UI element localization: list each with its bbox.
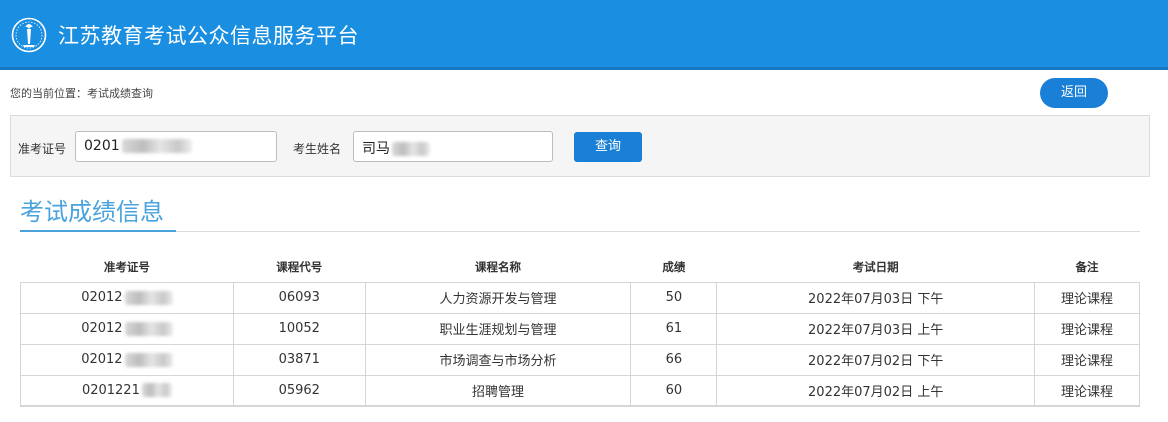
candidate-name-input[interactable]: 司马: [353, 131, 553, 162]
site-title: 江苏教育考试公众信息服务平台: [58, 24, 359, 48]
exam-date-cell: 2022年07月02日 下午: [716, 343, 1036, 376]
query-button[interactable]: 查询: [574, 132, 642, 162]
ticket-cell: 02012: [20, 312, 234, 345]
redaction-blur: [121, 139, 192, 153]
torch-emblem-icon: [11, 17, 47, 53]
search-panel: 准考证号 0201 考生姓名 司马 查询: [10, 115, 1150, 177]
score-table: 准考证号 课程代号 课程名称 成绩 考试日期 备注 02012 06093 人力…: [20, 252, 1140, 407]
course-code-cell: 10052: [232, 312, 366, 345]
exam-date-cell: 2022年07月03日 上午: [716, 312, 1036, 345]
exam-date-cell: 2022年07月02日 上午: [716, 374, 1036, 407]
table-row: 02012 06093 人力资源开发与管理 50 2022年07月03日 下午 …: [20, 281, 1140, 314]
table-row: 0201221 05962 招聘管理 60 2022年07月02日 上午 理论课…: [20, 374, 1140, 407]
back-button[interactable]: 返回: [1040, 78, 1108, 108]
column-header: 成绩: [662, 259, 686, 274]
cell-text: 02012: [81, 290, 123, 305]
remark-cell: 理论课程: [1034, 281, 1140, 314]
table-row: 02012 03871 市场调查与市场分析 66 2022年07月02日 下午 …: [20, 343, 1140, 376]
cell-text: 0201221: [81, 382, 140, 398]
ticket-number-value: 0201: [84, 138, 120, 154]
column-header: 备注: [1075, 259, 1099, 274]
breadcrumb: 您的当前位置：考试成绩查询: [10, 85, 153, 101]
column-header: 课程代号: [276, 259, 323, 274]
remark-cell: 理论课程: [1034, 343, 1140, 376]
score-cell: 66: [630, 343, 718, 376]
cell-text: 02012: [81, 321, 123, 336]
section-divider: [176, 231, 1140, 232]
remark-cell: 理论课程: [1034, 374, 1140, 407]
score-cell: 61: [630, 312, 718, 345]
course-name-cell: 人力资源开发与管理: [364, 281, 632, 314]
ticket-number-label: 准考证号: [18, 142, 67, 156]
section-title-underline: [20, 230, 176, 232]
redaction-blur: [141, 383, 172, 398]
column-header: 准考证号: [103, 259, 150, 274]
score-cell: 60: [630, 374, 718, 407]
ticket-cell: 02012: [20, 281, 234, 314]
exam-date-cell: 2022年07月03日 下午: [716, 281, 1036, 314]
table-row: 02012 10052 职业生涯规划与管理 61 2022年07月03日 上午 …: [20, 312, 1140, 345]
score-cell: 50: [630, 281, 718, 314]
column-header: 考试日期: [852, 259, 899, 274]
course-code-cell: 05962: [232, 374, 366, 407]
course-name-cell: 市场调查与市场分析: [364, 343, 632, 376]
redaction-blur: [392, 142, 430, 156]
candidate-name-label: 考生姓名: [293, 142, 342, 156]
course-name-cell: 职业生涯规划与管理: [364, 312, 632, 345]
cell-text: 02012: [81, 352, 123, 367]
table-header-row: 准考证号 课程代号 课程名称 成绩 考试日期 备注: [21, 252, 1140, 282]
course-code-cell: 03871: [232, 343, 366, 376]
breadcrumb-prefix: 您的当前位置：: [10, 87, 87, 100]
course-code-cell: 06093: [232, 281, 366, 314]
redaction-blur: [124, 321, 173, 336]
candidate-name-value: 司马: [362, 141, 390, 157]
ticket-number-input[interactable]: 0201: [75, 131, 277, 162]
breadcrumb-current: 考试成绩查询: [87, 87, 153, 100]
site-header: 江苏教育考试公众信息服务平台: [0, 0, 1168, 70]
section-title: 考试成绩信息: [20, 198, 164, 226]
redaction-blur: [124, 290, 173, 305]
ticket-cell: 02012: [20, 343, 234, 376]
ticket-cell: 0201221: [20, 374, 234, 407]
column-header: 课程名称: [475, 259, 522, 274]
redaction-blur: [124, 352, 173, 367]
remark-cell: 理论课程: [1034, 312, 1140, 345]
course-name-cell: 招聘管理: [364, 374, 632, 407]
